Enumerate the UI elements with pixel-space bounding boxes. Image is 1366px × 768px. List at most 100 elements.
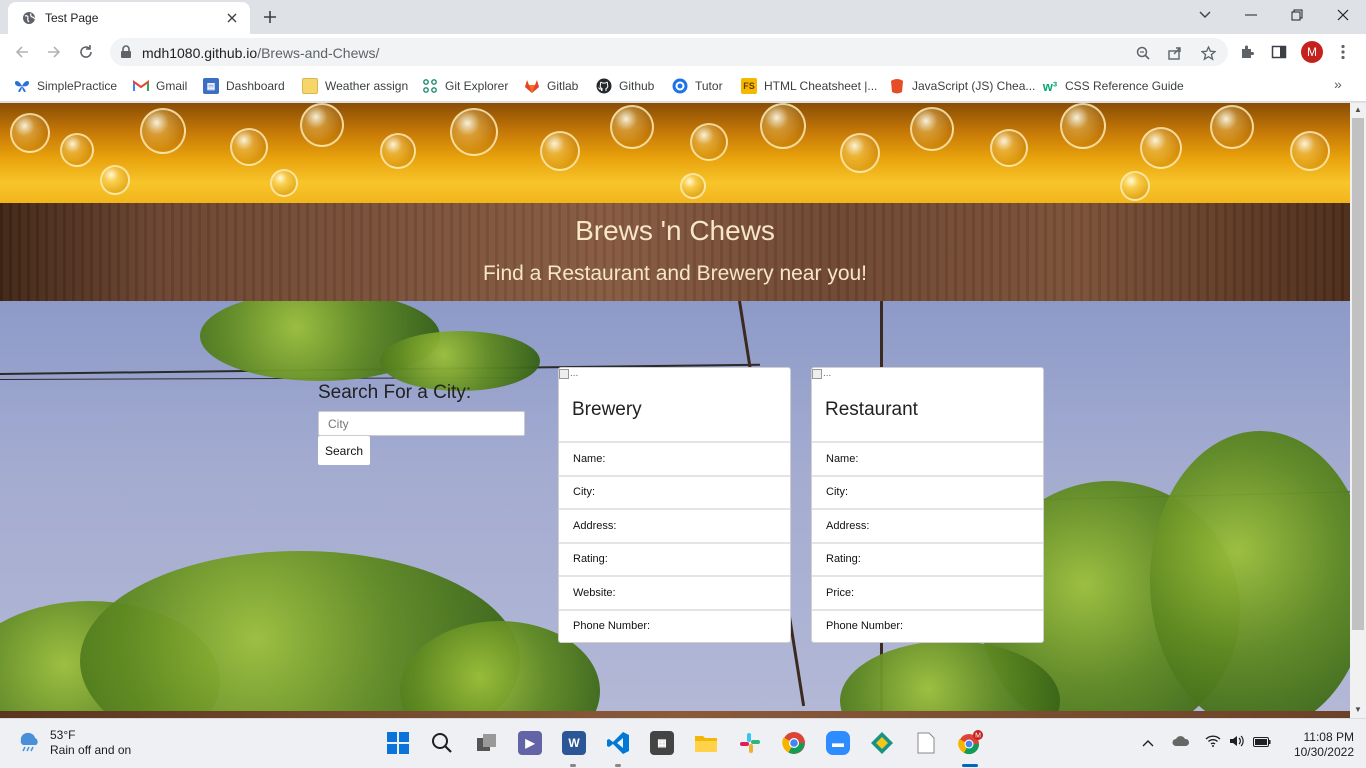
w3-icon: w³ xyxy=(1042,78,1058,94)
city-search-input[interactable] xyxy=(318,411,525,436)
restaurant-detail-list: Name: City: Address: Rating: Price: Phon… xyxy=(812,441,1043,642)
notepad-icon[interactable] xyxy=(911,728,941,758)
close-window-button[interactable] xyxy=(1331,4,1355,26)
system-clock[interactable]: 11:08 PM 10/30/2022 xyxy=(1284,730,1354,760)
url-text: mdh1080.github.io/Brews-and-Chews/ xyxy=(142,45,379,61)
volume-icon[interactable] xyxy=(1229,735,1245,750)
restaurant-address-field: Address: xyxy=(812,508,1043,542)
minimize-button[interactable] xyxy=(1239,4,1263,26)
battery-icon[interactable] xyxy=(1253,735,1271,750)
chrome-profile-icon[interactable]: M xyxy=(955,728,985,758)
image-alt-text: ... xyxy=(823,368,832,379)
reload-icon[interactable] xyxy=(76,42,96,62)
weather-widget[interactable]: 53°F Rain off and on xyxy=(16,727,131,758)
tutor-icon xyxy=(672,78,688,94)
gitkraken-icon[interactable] xyxy=(867,728,897,758)
bookmark-label: CSS Reference Guide xyxy=(1065,79,1184,93)
broken-image-icon xyxy=(559,368,569,379)
bookmark-gitlab[interactable]: Gitlab xyxy=(524,76,578,96)
menu-kebab-icon[interactable] xyxy=(1333,42,1353,62)
scroll-up-arrow-icon[interactable]: ▲ xyxy=(1354,105,1362,114)
extensions-puzzle-icon[interactable] xyxy=(1237,42,1257,62)
restaurant-image-placeholder: ... xyxy=(812,368,831,379)
note-icon xyxy=(302,78,318,94)
search-label: Search For a City: xyxy=(318,382,472,403)
gmail-icon xyxy=(133,78,149,94)
back-arrow-icon[interactable] xyxy=(12,42,32,62)
github-icon xyxy=(596,78,612,94)
task-view-icon[interactable] xyxy=(472,728,502,758)
onedrive-cloud-icon[interactable] xyxy=(1172,735,1190,750)
url-path: /Brews-and-Chews/ xyxy=(257,45,380,61)
search-button[interactable]: Search xyxy=(318,436,370,465)
brewery-detail-list: Name: City: Address: Rating: Website: Ph… xyxy=(559,441,790,642)
brewery-city-field: City: xyxy=(559,474,790,509)
side-panel-icon[interactable] xyxy=(1269,42,1289,62)
bookmark-label: Gitlab xyxy=(547,79,579,93)
bookmark-weather-assign[interactable]: Weather assign xyxy=(302,76,408,96)
bookmark-label: Tutor xyxy=(695,79,723,93)
brewery-address-field: Address: xyxy=(559,508,790,542)
bookmark-simplepractice[interactable]: SimplePractice xyxy=(14,76,117,96)
restaurant-card-title: Restaurant xyxy=(825,399,918,420)
rain-cloud-icon xyxy=(16,727,42,758)
page-scrollbar[interactable]: ▲ ▼ xyxy=(1350,103,1366,718)
chrome-icon[interactable] xyxy=(779,728,809,758)
restaurant-price-field: Price: xyxy=(812,575,1043,609)
bookmark-javascript-cheatsheet[interactable]: JavaScript (JS) Chea... xyxy=(889,76,1035,96)
restore-button[interactable] xyxy=(1285,4,1309,26)
tray-chevron-up-icon[interactable] xyxy=(1142,735,1154,750)
file-explorer-icon[interactable] xyxy=(691,728,721,758)
zoom-icon[interactable] xyxy=(1135,45,1151,61)
running-app-indicator xyxy=(615,764,621,767)
brewery-image-placeholder: ... xyxy=(559,368,578,379)
browser-tab[interactable]: Test Page xyxy=(8,2,250,34)
weather-description: Rain off and on xyxy=(50,742,132,757)
bookmark-github[interactable]: Github xyxy=(596,76,654,96)
zoom-icon[interactable]: ▬ xyxy=(823,728,853,758)
vscode-icon[interactable] xyxy=(603,728,633,758)
bookmark-label: Git Explorer xyxy=(445,79,509,93)
js-icon xyxy=(889,78,905,94)
active-app-indicator xyxy=(962,764,978,767)
scrollbar-thumb[interactable] xyxy=(1352,118,1364,630)
windows-start-icon[interactable] xyxy=(383,728,413,758)
share-icon[interactable] xyxy=(1167,45,1183,61)
page-title: Brews 'n Chews xyxy=(575,215,775,246)
bookmark-git-explorer[interactable]: Git Explorer xyxy=(422,76,508,96)
calculator-icon[interactable]: ▦ xyxy=(647,728,677,758)
bookmark-tutor[interactable]: Tutor xyxy=(672,76,723,96)
bookmark-css-reference[interactable]: w³ CSS Reference Guide xyxy=(1042,76,1184,96)
svg-text:M: M xyxy=(975,733,981,740)
bookmark-gmail[interactable]: Gmail xyxy=(133,76,187,96)
new-tab-button[interactable] xyxy=(260,7,280,27)
search-icon[interactable] xyxy=(427,728,457,758)
slack-icon[interactable] xyxy=(735,728,765,758)
brewery-phone-field: Phone Number: xyxy=(559,608,790,643)
profile-avatar[interactable]: M xyxy=(1301,41,1323,63)
git-explorer-icon xyxy=(422,78,438,94)
forward-arrow-icon[interactable] xyxy=(44,42,64,62)
lock-icon[interactable] xyxy=(120,45,132,64)
bookmark-label: SimplePractice xyxy=(37,79,118,93)
fs-icon: FS xyxy=(741,78,757,94)
bookmark-dashboard[interactable]: ▤ Dashboard xyxy=(203,76,285,96)
bookmark-html-cheatsheet[interactable]: FS HTML Cheatsheet |... xyxy=(741,76,877,96)
wifi-icon[interactable] xyxy=(1205,735,1221,750)
bookmarks-overflow-chevron-icon[interactable]: » xyxy=(1334,76,1342,92)
bookmark-label: Dashboard xyxy=(226,79,285,93)
address-bar[interactable]: mdh1080.github.io/Brews-and-Chews/ xyxy=(110,38,1228,66)
butterfly-icon xyxy=(14,78,30,94)
brewery-rating-field: Rating: xyxy=(559,541,790,576)
globe-icon xyxy=(22,11,36,25)
bookmark-star-icon[interactable] xyxy=(1200,45,1216,61)
word-icon[interactable]: W xyxy=(559,728,589,758)
brewery-card-title: Brewery xyxy=(572,399,642,420)
scroll-down-arrow-icon[interactable]: ▼ xyxy=(1354,705,1362,714)
restaurant-city-field: City: xyxy=(812,474,1043,509)
teams-chat-icon[interactable]: ▶ xyxy=(515,728,545,758)
close-tab-icon[interactable] xyxy=(224,10,240,26)
url-host: mdh1080.github.io xyxy=(142,45,258,61)
tab-search-chevron-icon[interactable] xyxy=(1193,4,1217,26)
dashboard-icon: ▤ xyxy=(203,78,219,94)
